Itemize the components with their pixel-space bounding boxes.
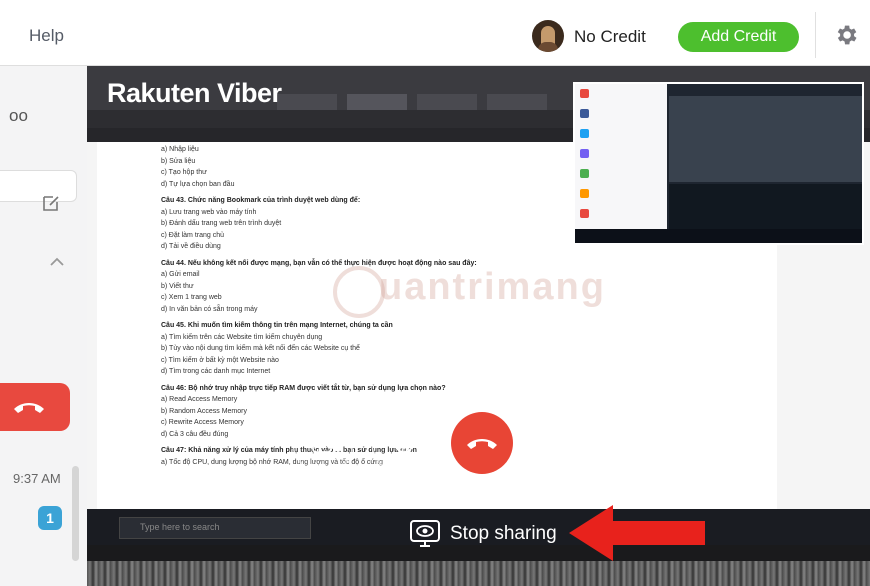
end-call-button[interactable] (451, 412, 513, 474)
answer-option: b) Sửa liệu (161, 157, 196, 165)
eye-icon[interactable] (410, 520, 440, 548)
transfer-to-phone-button[interactable] (531, 412, 593, 474)
question-heading: Câu 45. Khi muốn tìm kiếm thông tin trên… (161, 322, 393, 329)
answer-option: a) Nhập liệu (161, 146, 199, 153)
microphone-muted-icon (393, 431, 415, 458)
answer-option: d) Cả 3 câu đều đúng (161, 430, 229, 438)
self-view-thumbnail[interactable] (573, 82, 864, 245)
answer-option: b) Tùy vào nội dung tìm kiếm mà kết nối … (161, 345, 360, 352)
add-credit-button[interactable]: Add Credit (678, 22, 799, 52)
video-camera-icon (312, 436, 339, 453)
answer-option: a) Lưu trang web vào máy tính (161, 208, 257, 216)
browser-tab (417, 94, 477, 110)
answer-option: b) Viết thư (161, 282, 194, 290)
chat-name-partial: oo (9, 106, 28, 125)
transfer-phone-icon (551, 433, 577, 457)
answer-option: b) Random Access Memory (161, 407, 247, 415)
phone-hangup-icon (14, 403, 44, 413)
divider (815, 12, 816, 58)
answer-option: a) Tìm kiếm trên các Website tìm kiếm ch… (161, 333, 323, 341)
scrollbar[interactable] (72, 466, 79, 561)
answer-option: c) Rewrite Access Memory (161, 419, 244, 426)
viber-logo: Rakuten Viber (107, 78, 282, 108)
watermark-logo (333, 266, 385, 318)
answer-option: c) Đặt làm trang chủ (161, 231, 225, 239)
answer-option: c) Xem 1 trang web (161, 294, 222, 301)
browser-tab (277, 94, 337, 110)
call-time: 9:37 AM (13, 471, 61, 486)
video-toggle-button[interactable] (292, 412, 354, 474)
screen-share-view: a) Nhập liệu b) Sửa liệu c) Tạo hộp thư d) … (87, 66, 870, 586)
answer-option: b) Đánh dấu trang web trên trình duyệt (161, 220, 282, 227)
answer-option: c) Tạo hộp thư (161, 169, 207, 176)
question-heading: Câu 43. Chức năng Bookmark của trình duy… (161, 197, 361, 204)
red-arrow-annotation (569, 505, 705, 561)
pip-window (669, 96, 862, 182)
answer-option: a) Read Access Memory (161, 396, 238, 403)
unread-badge: 1 (38, 506, 62, 530)
pip-window (669, 184, 862, 229)
gear-icon[interactable] (833, 22, 859, 48)
answer-option: d) Tải về điều dùng (161, 243, 221, 250)
chevron-up-icon[interactable] (50, 257, 64, 267)
top-bar: Help No Credit Add Credit (0, 0, 870, 66)
answer-option: d) Tự lựa chọn ban đầu (161, 180, 235, 188)
credit-status: No Credit (574, 27, 646, 46)
compose-icon[interactable] (41, 193, 61, 213)
phone-hangup-icon (467, 439, 497, 449)
answer-option: c) Tìm kiếm ở bất kỳ một Website nào (161, 356, 279, 364)
shared-taskbar-search: Type here to search (119, 517, 311, 539)
background-strip (87, 561, 870, 586)
answer-option: a) Gửi email (161, 271, 200, 278)
browser-tab (347, 94, 407, 110)
answer-option: d) In văn bản có sẵn trong máy (161, 305, 258, 313)
end-call-button-sidebar[interactable] (0, 383, 70, 431)
expand-icon (633, 434, 655, 456)
taskbar-search-placeholder: Type here to search (140, 522, 220, 532)
fullscreen-button[interactable] (611, 412, 673, 474)
sidebar: oo 9:37 AM 1 (0, 66, 87, 586)
search-field[interactable] (0, 170, 77, 202)
answer-option: d) Tìm trong các danh mục Internet (161, 368, 271, 375)
question-heading: Câu 46: Bộ nhớ truy nhập trực tiếp RAM đ… (161, 384, 446, 392)
pip-taskbar (575, 229, 862, 243)
lock-icon (118, 448, 134, 468)
help-menu[interactable]: Help (29, 26, 64, 46)
avatar[interactable] (532, 20, 564, 52)
mute-button[interactable] (371, 412, 433, 474)
pip-app-list (575, 84, 667, 229)
browser-tab (487, 94, 547, 110)
watermark: uantrimang (379, 266, 606, 308)
stop-sharing-button[interactable]: Stop sharing (450, 523, 557, 545)
